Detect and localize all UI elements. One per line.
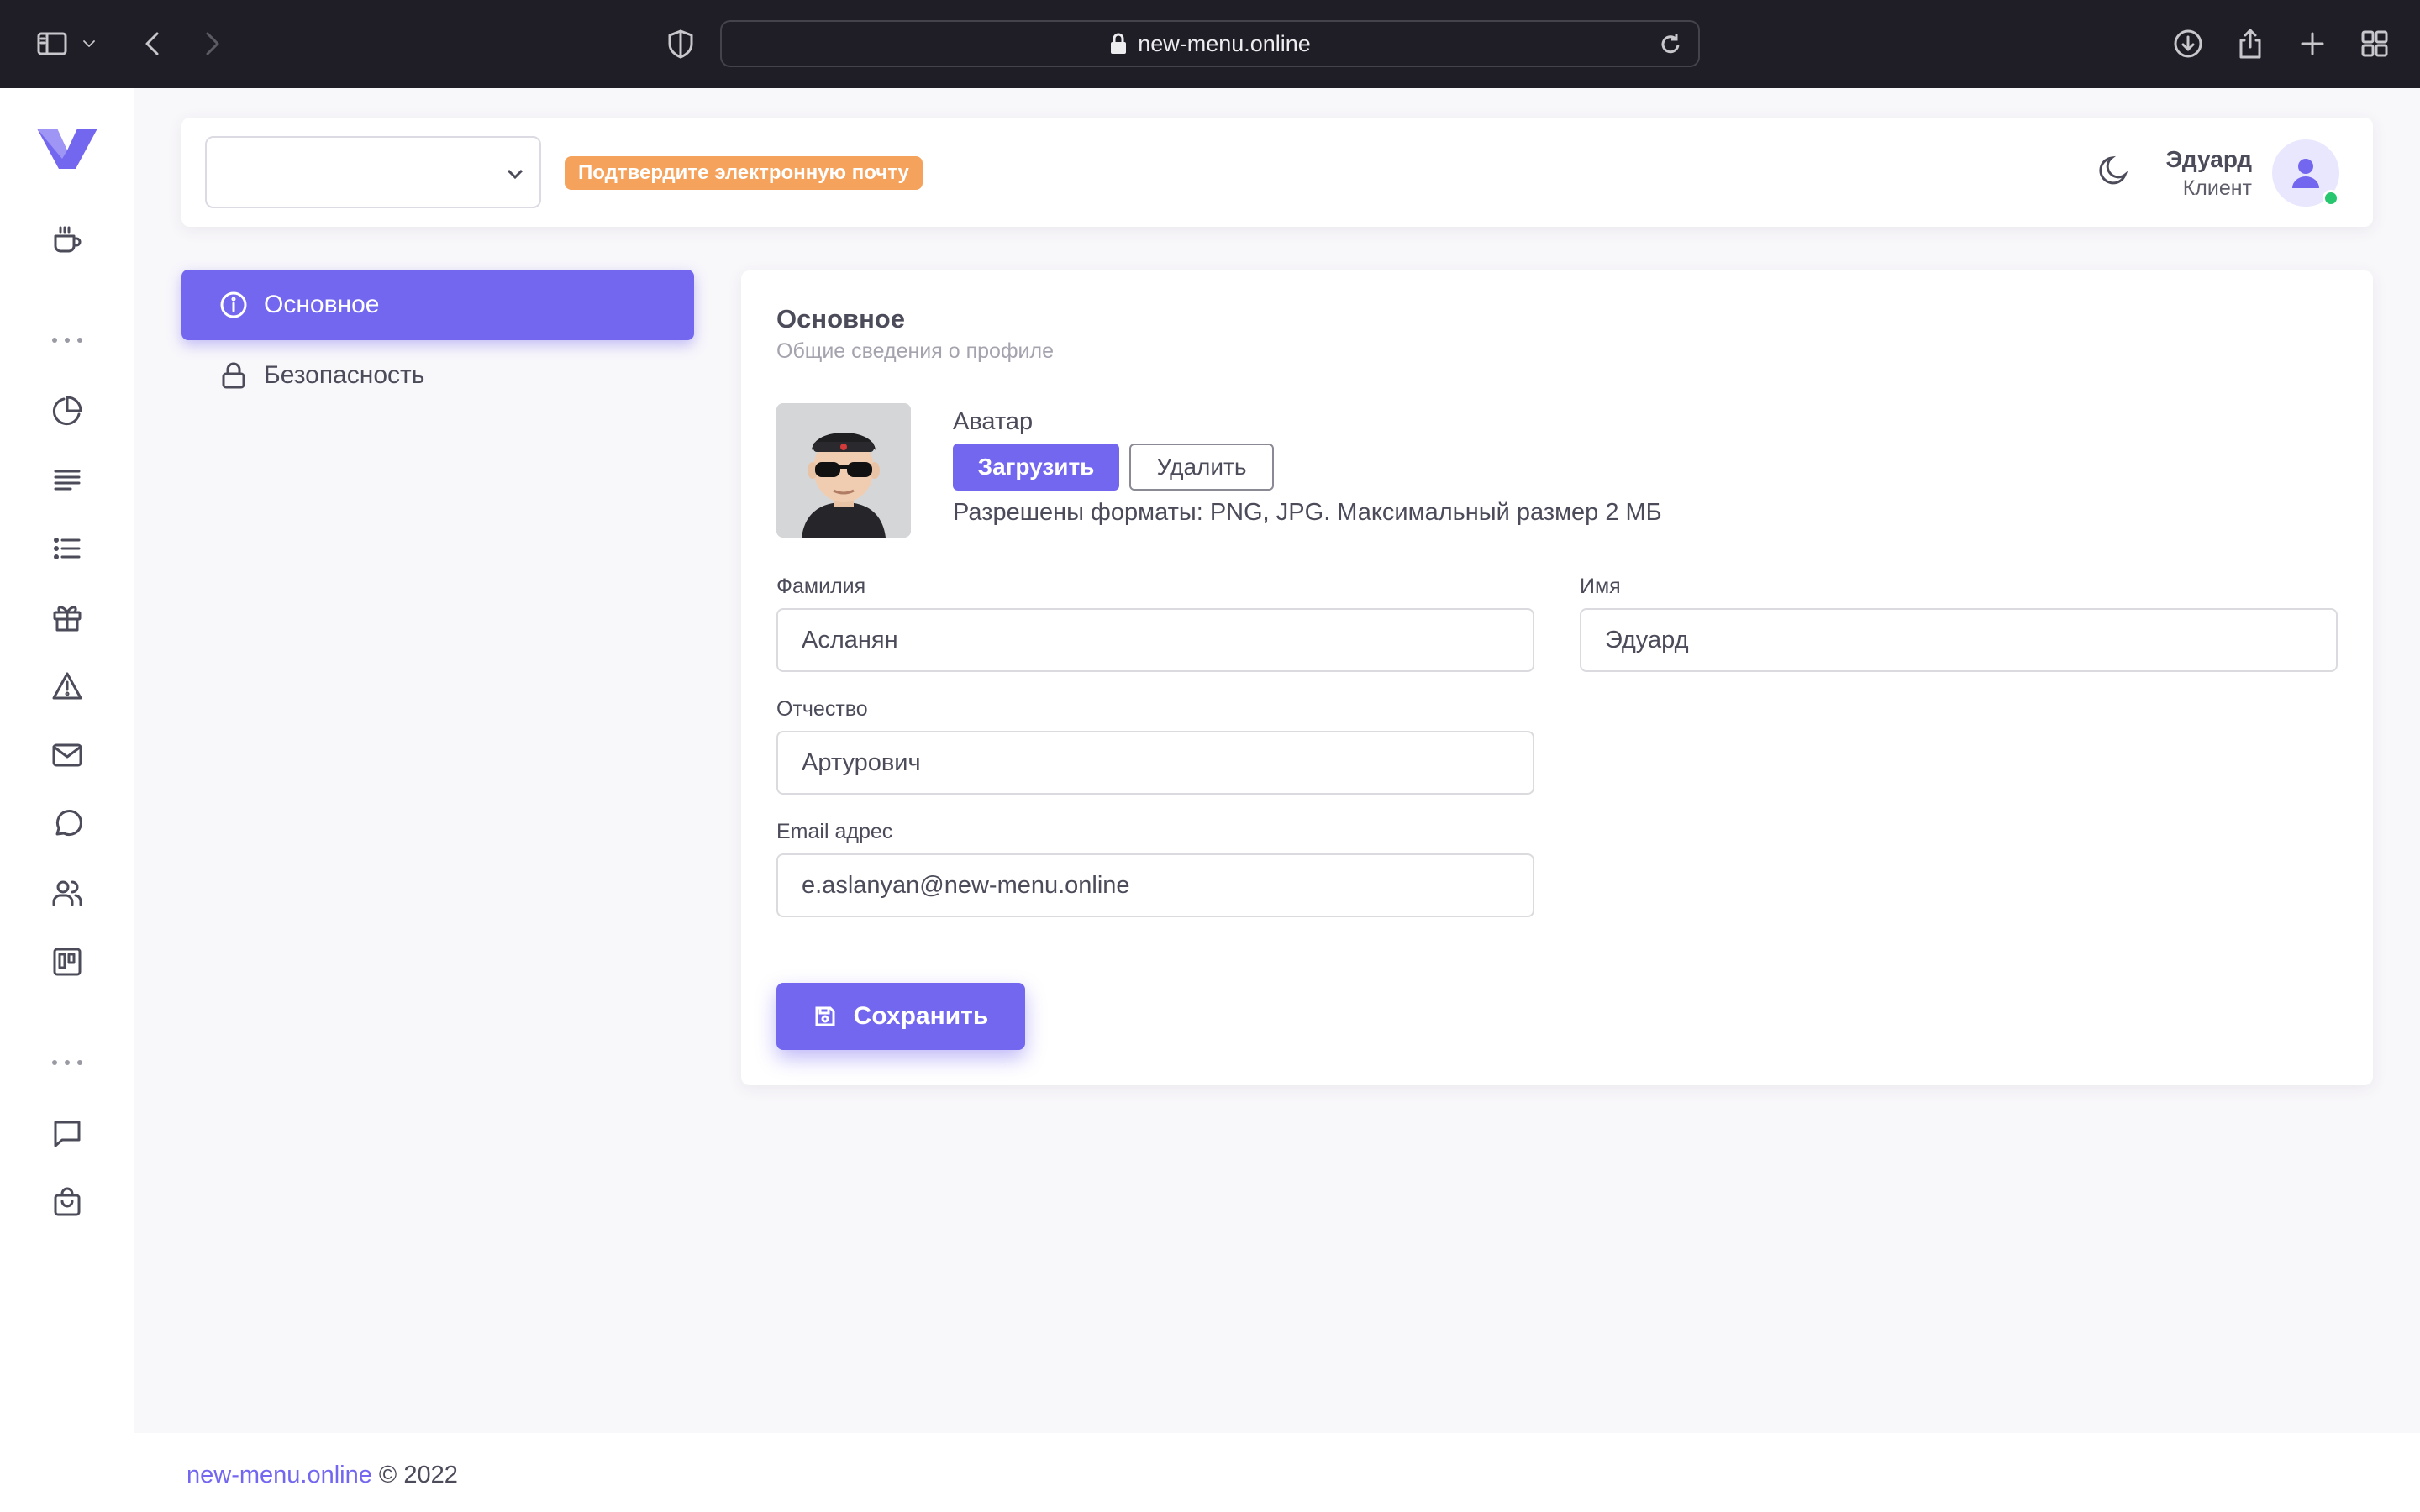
top-header: Подтвердите электронную почту Эдуард Кли…	[182, 118, 2373, 227]
email-label: Email адрес	[776, 820, 893, 843]
new-tab-icon[interactable]	[2292, 24, 2333, 64]
list-icon[interactable]	[47, 528, 87, 569]
text-lines-icon[interactable]	[47, 459, 87, 500]
confirm-email-badge[interactable]: Подтвердите электронную почту	[565, 156, 923, 190]
settings-nav-security[interactable]: Безопасность	[182, 340, 694, 411]
reload-icon[interactable]	[1658, 32, 1683, 57]
left-rail	[0, 88, 134, 1512]
shield-icon[interactable]	[660, 24, 701, 64]
lock-icon	[222, 362, 245, 389]
settings-nav-label: Основное	[264, 291, 380, 318]
lock-icon	[1111, 33, 1127, 54]
info-icon	[220, 291, 247, 318]
last-name-input[interactable]	[776, 608, 1534, 672]
footer: new-menu.online © 2022	[134, 1433, 2420, 1512]
mail-icon[interactable]	[47, 735, 87, 775]
avatar-illustration-icon	[776, 403, 911, 538]
users-icon[interactable]	[47, 873, 87, 913]
footer-copyright: © 2022	[371, 1462, 458, 1488]
user-icon	[2292, 159, 2319, 188]
card-subtitle: Общие сведения о профиле	[776, 339, 1054, 363]
save-button[interactable]: Сохранить	[776, 983, 1025, 1050]
address-bar[interactable]: new-menu.online	[720, 20, 1700, 67]
last-name-label: Фамилия	[776, 575, 866, 598]
forward-icon[interactable]	[192, 24, 232, 64]
first-name-label: Имя	[1580, 575, 1621, 598]
avatar-formats-hint: Разрешены форматы: PNG, JPG. Максимальны…	[953, 499, 1662, 526]
back-icon[interactable]	[133, 24, 173, 64]
profile-card: Основное Общие сведения о профиле Аватар…	[741, 270, 2373, 1085]
message-square-icon[interactable]	[47, 1113, 87, 1153]
shopping-bag-icon[interactable]	[47, 1182, 87, 1222]
user-role: Клиент	[2182, 176, 2252, 200]
floppy-disk-icon	[815, 1006, 835, 1026]
first-name-input[interactable]	[1580, 608, 2338, 672]
coffee-icon[interactable]	[47, 219, 87, 260]
delete-avatar-button[interactable]: Удалить	[1129, 444, 1274, 491]
middle-name-label: Отчество	[776, 697, 868, 721]
settings-nav-general[interactable]: Основное	[182, 270, 694, 340]
moon-icon[interactable]	[2093, 151, 2133, 192]
brand-logo-icon[interactable]	[37, 125, 97, 171]
settings-nav-label: Безопасность	[264, 361, 425, 389]
footer-link[interactable]: new-menu.online	[187, 1462, 372, 1488]
alert-triangle-icon[interactable]	[47, 666, 87, 706]
middle-name-input[interactable]	[776, 731, 1534, 795]
kanban-icon[interactable]	[47, 942, 87, 982]
section-dots-icon	[52, 1060, 82, 1068]
upload-avatar-button[interactable]: Загрузить	[953, 444, 1119, 491]
section-dots-icon	[52, 338, 82, 346]
footer-text: new-menu.online © 2022	[187, 1462, 458, 1489]
tab-overview-icon[interactable]	[2354, 24, 2395, 64]
gift-icon[interactable]	[47, 597, 87, 638]
browser-toolbar: new-menu.online	[0, 0, 2420, 88]
url-text: new-menu.online	[1138, 30, 1311, 56]
user-name: Эдуард	[2165, 146, 2252, 172]
email-input[interactable]	[776, 853, 1534, 917]
chevron-down-icon[interactable]	[77, 24, 101, 64]
chevron-down-icon	[507, 169, 523, 180]
profile-photo	[776, 403, 911, 538]
avatar-label: Аватар	[953, 408, 1034, 435]
download-icon[interactable]	[2168, 24, 2208, 64]
chat-bubble-icon[interactable]	[47, 804, 87, 844]
venue-select[interactable]	[205, 136, 541, 208]
share-icon[interactable]	[2230, 24, 2270, 64]
save-button-label: Сохранить	[853, 1002, 989, 1030]
online-status-dot	[2323, 190, 2339, 207]
card-title: Основное	[776, 304, 905, 333]
sidebar-toggle-icon[interactable]	[32, 24, 72, 64]
pie-chart-icon[interactable]	[47, 391, 87, 431]
